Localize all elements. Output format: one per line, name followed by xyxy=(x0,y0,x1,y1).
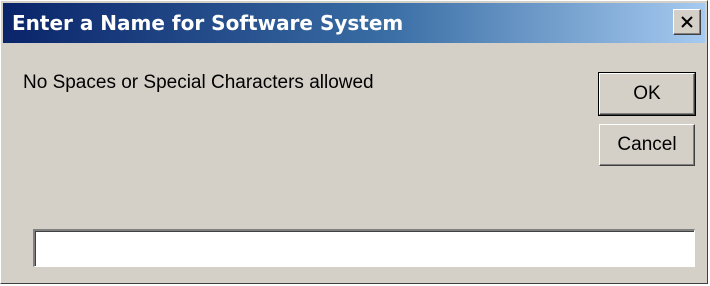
ok-button[interactable]: OK xyxy=(598,72,696,116)
input-dialog: Enter a Name for Software System No Spac… xyxy=(0,0,708,284)
close-icon xyxy=(681,16,693,28)
cancel-button[interactable]: Cancel xyxy=(599,124,695,166)
title-bar[interactable]: Enter a Name for Software System xyxy=(3,3,705,43)
dialog-message: No Spaces or Special Characters allowed xyxy=(23,72,374,93)
close-button[interactable] xyxy=(673,9,701,35)
dialog-title: Enter a Name for Software System xyxy=(12,11,404,35)
name-input[interactable] xyxy=(33,229,695,267)
